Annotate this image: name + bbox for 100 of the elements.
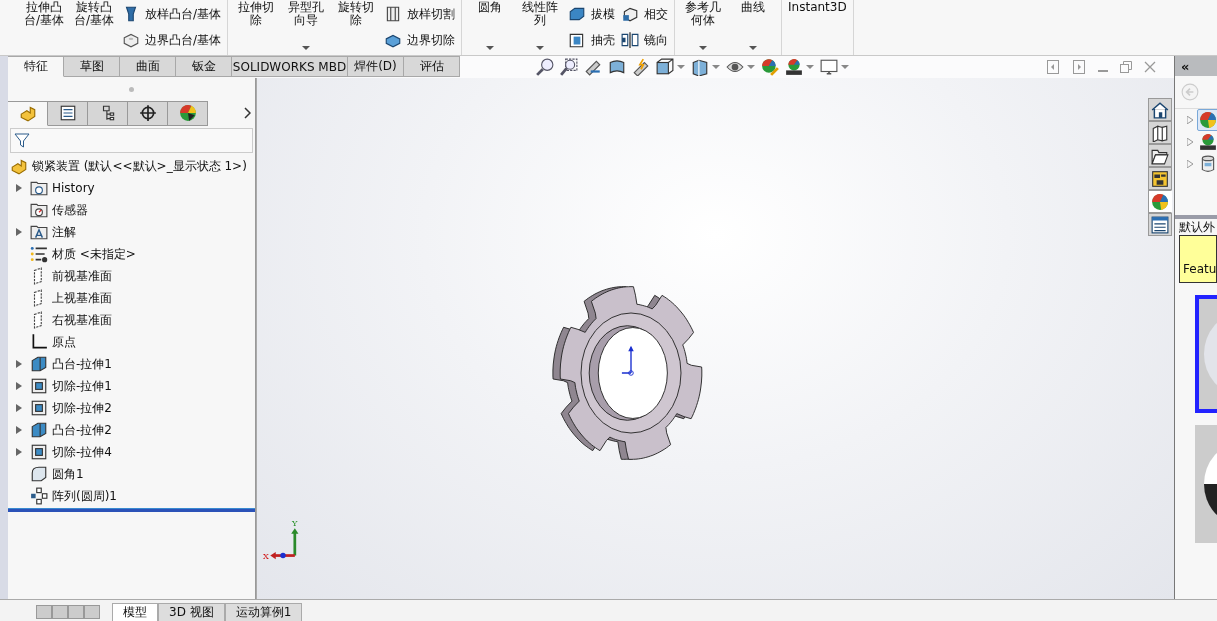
- gauge-folder-icon: [30, 201, 48, 219]
- tree-item[interactable]: 前视基准面: [52, 267, 112, 285]
- window-button[interactable]: [1120, 61, 1132, 73]
- books-icon: [1151, 123, 1169, 142]
- task-pane-tab[interactable]: [1148, 121, 1172, 144]
- expand-triangle-icon[interactable]: [16, 184, 22, 192]
- cut-block-icon: [30, 443, 48, 461]
- arrow-tool-icon: [584, 58, 602, 76]
- tree-item[interactable]: 注解: [52, 223, 76, 241]
- ribbon-button[interactable]: 镜向: [621, 30, 669, 50]
- part-icon: [18, 104, 37, 122]
- tree-item[interactable]: 切除-拉伸1: [52, 377, 112, 395]
- display-cube-icon: [691, 58, 709, 76]
- ribbon-button[interactable]: 拔模: [568, 4, 616, 24]
- tree-item[interactable]: 传感器: [52, 201, 88, 219]
- ribbon-button[interactable]: 相交: [621, 4, 669, 24]
- ribbon-tab[interactable]: 焊件(D): [348, 56, 404, 77]
- letter-a-folder-icon: [30, 223, 48, 241]
- tile-right-icon: [1072, 60, 1086, 74]
- ribbon-button[interactable]: 边界切除: [384, 30, 456, 50]
- panel-tab[interactable]: [128, 100, 168, 126]
- toolbar-button[interactable]: [584, 58, 602, 76]
- tree-item[interactable]: 原点: [52, 333, 76, 351]
- expand-triangle-icon: [1187, 160, 1193, 168]
- window-button[interactable]: [1144, 61, 1156, 73]
- expand-triangle-icon[interactable]: [16, 448, 22, 456]
- tree-item[interactable]: 材质 <未指定>: [52, 245, 136, 263]
- caret-icon: [841, 65, 849, 69]
- tree-item[interactable]: 切除-拉伸2: [52, 399, 112, 417]
- caret-icon: [677, 65, 685, 69]
- collapse-button[interactable]: «: [1181, 58, 1190, 74]
- panel-tab[interactable]: [168, 100, 208, 126]
- ribbon-button[interactable]: 边界凸台/基体: [122, 30, 222, 50]
- cube-icon: [621, 5, 640, 23]
- ribbon-tab[interactable]: 曲面: [120, 56, 176, 77]
- toolbar-button[interactable]: [632, 58, 650, 76]
- ribbon-button[interactable]: 异型孔向导: [284, 0, 329, 50]
- panel-tab[interactable]: [88, 100, 128, 126]
- ribbon-tab[interactable]: 钣金: [176, 56, 232, 77]
- ribbon-button[interactable]: Instant3D: [788, 0, 847, 50]
- ribbon-button[interactable]: 线性阵列: [518, 0, 563, 50]
- window-button[interactable]: [1072, 60, 1086, 74]
- grip-handle[interactable]: [129, 86, 134, 92]
- toolbar-button[interactable]: [656, 58, 685, 76]
- list-icon: [1151, 215, 1169, 234]
- toolbar-button[interactable]: [820, 58, 849, 76]
- tree-item[interactable]: History: [52, 181, 95, 195]
- expand-triangle-icon[interactable]: [16, 426, 22, 434]
- toolbar-button[interactable]: [608, 58, 626, 76]
- task-pane-tab[interactable]: [1148, 167, 1172, 190]
- toolbar-button[interactable]: [560, 58, 578, 76]
- task-pane-tab[interactable]: [1148, 98, 1172, 121]
- ribbon-button[interactable]: 拉伸切除: [234, 0, 279, 50]
- expand-triangle-icon[interactable]: [16, 360, 22, 368]
- caret-icon: [712, 65, 720, 69]
- document-tab[interactable]: 3D 视图: [158, 603, 225, 621]
- ribbon-tab[interactable]: 特征: [8, 56, 64, 77]
- task-pane-tab[interactable]: [1148, 213, 1172, 236]
- ribbon-button[interactable]: 放样切割: [384, 4, 456, 24]
- tile-left-icon: [1046, 60, 1060, 74]
- toolbar-button[interactable]: [691, 58, 720, 76]
- ribbon-tab[interactable]: 草图: [64, 56, 120, 77]
- tree-item[interactable]: 上视基准面: [52, 289, 112, 307]
- ribbon-tab[interactable]: 评估: [404, 56, 460, 77]
- part-icon: [10, 157, 28, 175]
- ribbon-button[interactable]: 旋转凸台/基体: [72, 0, 116, 50]
- rounded-block-icon: [30, 465, 48, 483]
- tree-item[interactable]: 阵列(圆周)1: [52, 487, 117, 505]
- ribbon-button[interactable]: 抽壳: [568, 30, 616, 50]
- toolbar-button[interactable]: [536, 58, 554, 76]
- tree-root-label[interactable]: 锁紧装置 (默认<<默认>_显示状态 1>): [32, 157, 247, 175]
- ribbon-button[interactable]: 参考几何体: [681, 0, 726, 50]
- graphics-area[interactable]: Y X: [256, 78, 1174, 599]
- document-tab[interactable]: 模型: [112, 603, 158, 621]
- block-icon: [122, 31, 140, 49]
- ribbon-button[interactable]: 旋转切除: [334, 0, 379, 50]
- expand-triangle-icon[interactable]: [16, 382, 22, 390]
- ribbon-button[interactable]: 曲线: [731, 0, 776, 50]
- expand-triangle-icon[interactable]: [16, 228, 22, 236]
- tree-item[interactable]: 右视基准面: [52, 311, 112, 329]
- ribbon-button[interactable]: 圆角: [468, 0, 513, 50]
- filter-icon: [14, 132, 30, 149]
- document-tab[interactable]: 运动算例1: [224, 603, 303, 621]
- tree-item[interactable]: 切除-拉伸4: [52, 443, 112, 461]
- tree-item[interactable]: 凸台-拉伸1: [52, 355, 112, 373]
- tree-item[interactable]: 圆角1: [52, 465, 84, 483]
- toolbar-button[interactable]: [785, 58, 814, 76]
- tree-item[interactable]: 凸台-拉伸2: [52, 421, 112, 439]
- library-item[interactable]: [1197, 131, 1217, 153]
- filter-field[interactable]: [10, 128, 253, 153]
- ribbon-tab[interactable]: SOLIDWORKS MBD: [232, 56, 348, 77]
- color-ball-scene-icon: [1199, 133, 1217, 151]
- ribbon-button[interactable]: 拉伸凸台/基体: [22, 0, 66, 50]
- color-ball-icon: [1199, 111, 1217, 129]
- window-button[interactable]: [1046, 60, 1060, 74]
- note-text: Featu: [1182, 262, 1217, 276]
- ribbon-button[interactable]: 放样凸台/基体: [122, 4, 222, 24]
- task-pane-tab[interactable]: [1148, 144, 1172, 167]
- expand-triangle-icon[interactable]: [16, 404, 22, 412]
- panel-tab[interactable]: [48, 100, 88, 126]
